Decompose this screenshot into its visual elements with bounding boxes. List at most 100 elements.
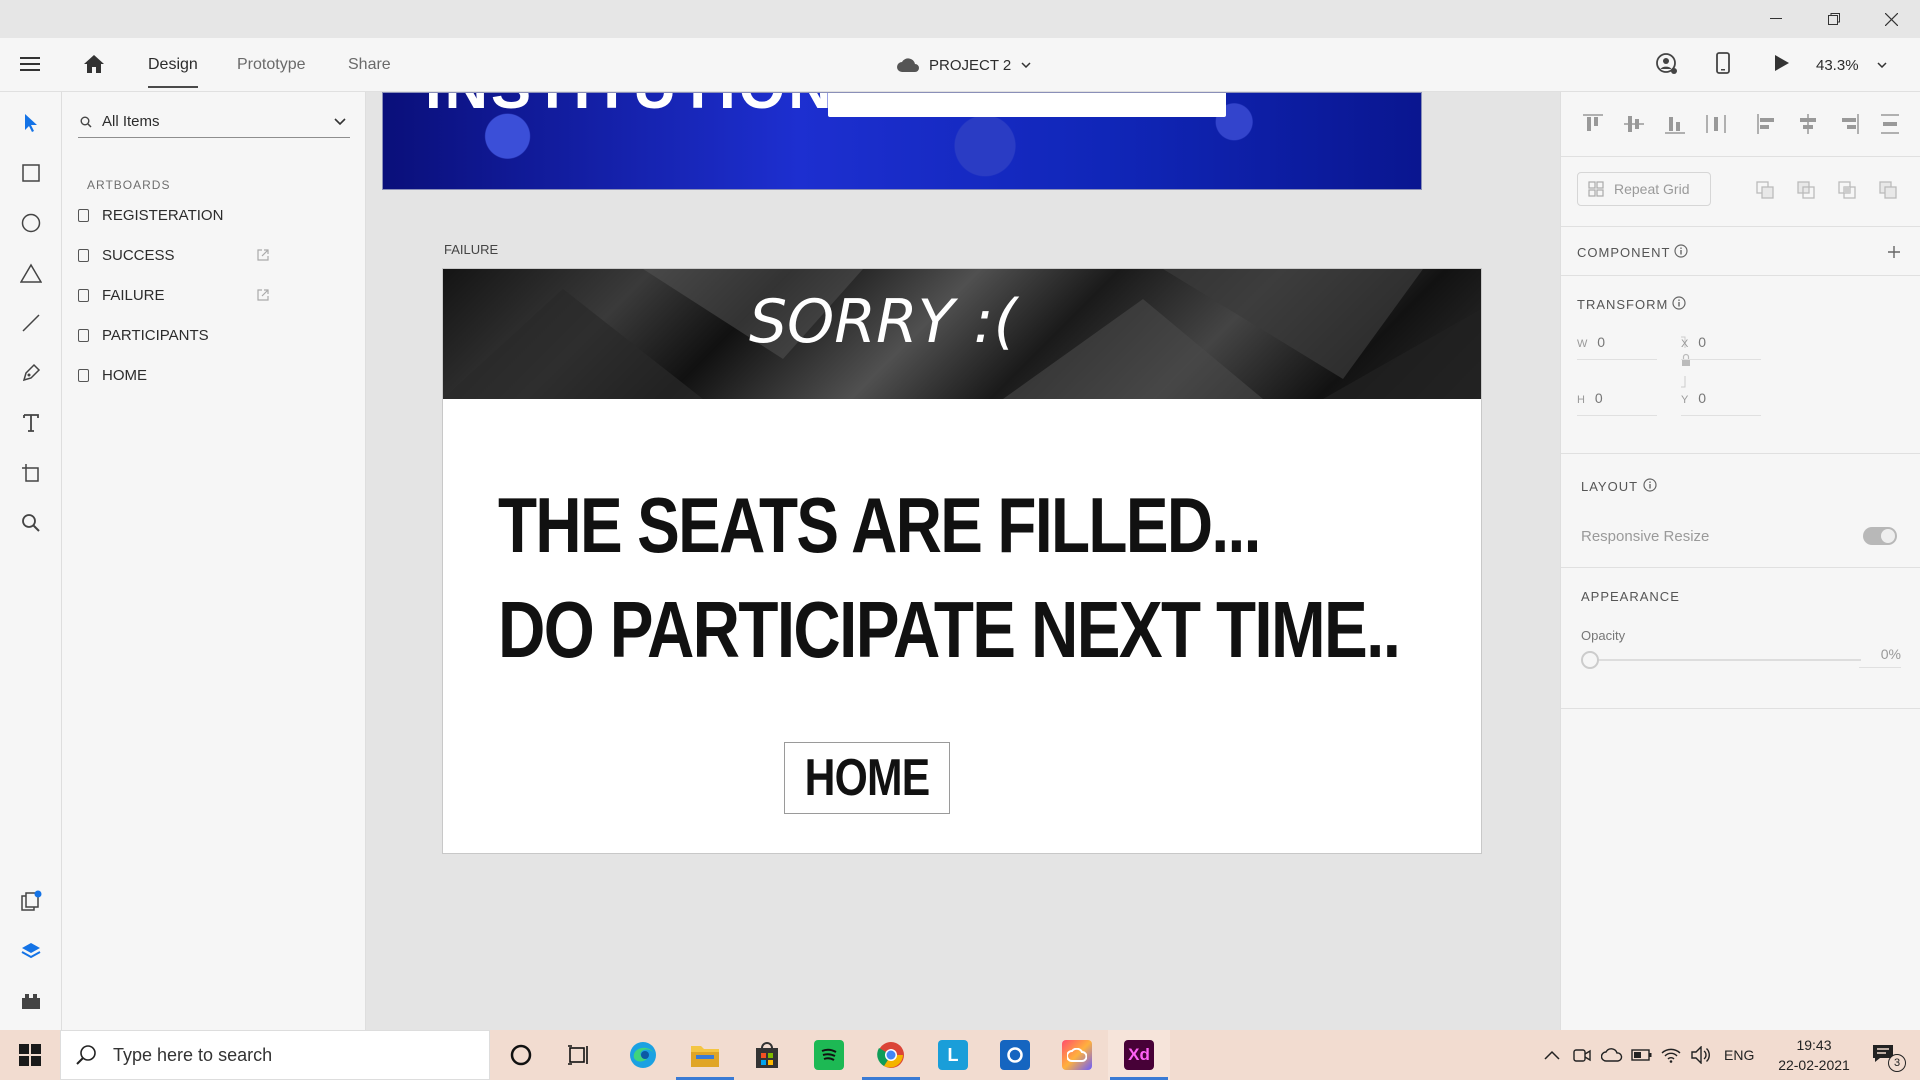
tab-design[interactable]: Design: [148, 38, 198, 92]
line-icon: [22, 314, 40, 332]
wifi-icon[interactable]: [1661, 1047, 1681, 1063]
minimize-button[interactable]: [1747, 0, 1805, 38]
taskbar-app-store[interactable]: [736, 1030, 798, 1080]
meet-now-icon[interactable]: [1573, 1046, 1591, 1064]
align-right-icon[interactable]: [1837, 112, 1861, 136]
plugins-button[interactable]: [16, 986, 46, 1016]
task-view-button[interactable]: [548, 1030, 610, 1080]
artboard-tool[interactable]: [16, 458, 46, 488]
slider-handle[interactable]: [1581, 651, 1599, 669]
project-title-dropdown[interactable]: PROJECT 2: [897, 38, 1031, 92]
tab-share[interactable]: Share: [348, 38, 391, 92]
institution-label: INSTITUTION:: [425, 93, 858, 122]
divider: [1561, 567, 1920, 568]
artboard-icon: [22, 464, 39, 482]
layer-item-home[interactable]: HOME: [78, 363, 147, 387]
layer-label: PARTICIPANTS: [102, 326, 209, 344]
layers-button[interactable]: [16, 936, 46, 966]
align-left-icon[interactable]: [1755, 112, 1779, 136]
message-line-2: DO PARTICIPATE NEXT TIME..: [498, 585, 1401, 674]
home-button-label: HOME: [804, 749, 930, 807]
info-icon[interactable]: [1674, 244, 1688, 258]
layer-item-registeration[interactable]: REGISTERATION: [78, 203, 223, 227]
chevron-up-icon[interactable]: [1544, 1050, 1560, 1060]
start-button[interactable]: [0, 1030, 60, 1080]
action-center-button[interactable]: 3: [1868, 1042, 1908, 1072]
home-button[interactable]: [83, 54, 105, 79]
design-canvas[interactable]: INSTITUTION: FAILURE SORRY :( THE SEATS …: [366, 92, 1560, 1030]
taskbar-search-box[interactable]: Type here to search: [60, 1030, 490, 1080]
align-bottom-icon[interactable]: [1663, 112, 1687, 136]
text-tool[interactable]: [16, 408, 46, 438]
y-position-field[interactable]: Y 0: [1681, 390, 1761, 416]
polygon-tool[interactable]: [16, 258, 46, 288]
distribute-horizontal-icon[interactable]: [1878, 112, 1902, 136]
taskbar-app-file-explorer[interactable]: [674, 1030, 736, 1080]
taskbar-app-creative-cloud[interactable]: [1046, 1030, 1108, 1080]
pen-tool[interactable]: [16, 358, 46, 388]
registration-artboard[interactable]: INSTITUTION:: [382, 92, 1422, 190]
zoom-dropdown[interactable]: 43.3%: [1816, 38, 1887, 92]
layer-item-participants[interactable]: PARTICIPANTS: [78, 323, 209, 347]
info-icon[interactable]: [1643, 478, 1657, 492]
boolean-subtract-icon[interactable]: [1796, 180, 1816, 200]
close-icon: [1884, 12, 1898, 26]
hamburger-menu-button[interactable]: [20, 55, 40, 78]
failure-artboard[interactable]: SORRY :( THE SEATS ARE FILLED... DO PART…: [442, 268, 1482, 854]
volume-icon[interactable]: [1691, 1046, 1711, 1064]
taskbar-app-l[interactable]: L: [922, 1030, 984, 1080]
boolean-add-icon[interactable]: [1755, 180, 1775, 200]
close-button[interactable]: [1862, 0, 1920, 38]
document-assets-button[interactable]: [16, 886, 46, 916]
clock[interactable]: 19:43 22-02-2021: [1764, 1035, 1864, 1075]
language-indicator[interactable]: ENG: [1724, 1030, 1754, 1080]
opacity-value-field[interactable]: 0%: [1859, 640, 1901, 668]
layer-item-success[interactable]: SUCCESS: [78, 243, 338, 267]
taskbar-app-adobe-xd[interactable]: Xd: [1108, 1030, 1170, 1080]
distribute-vertical-icon[interactable]: [1704, 112, 1728, 136]
home-button[interactable]: HOME: [784, 742, 950, 814]
restore-button[interactable]: [1805, 0, 1863, 38]
tab-prototype[interactable]: Prototype: [237, 38, 305, 92]
play-icon: [1775, 55, 1789, 71]
ellipse-tool[interactable]: [16, 208, 46, 238]
filter-label: All Items: [102, 113, 160, 130]
chevron-down-icon: [1021, 62, 1031, 68]
align-center-icon[interactable]: [1796, 112, 1820, 136]
share-user-button[interactable]: [1656, 53, 1678, 80]
battery-icon[interactable]: [1631, 1049, 1653, 1061]
width-label: W: [1577, 338, 1588, 350]
width-value: 0: [1597, 334, 1606, 350]
boolean-exclude-icon[interactable]: [1878, 180, 1898, 200]
line-tool[interactable]: [16, 308, 46, 338]
boolean-intersect-icon[interactable]: [1837, 180, 1857, 200]
rectangle-tool[interactable]: [16, 158, 46, 188]
align-middle-icon[interactable]: [1622, 112, 1646, 136]
taskbar-app-cortana-blue[interactable]: [984, 1030, 1046, 1080]
layer-item-failure[interactable]: FAILURE: [78, 283, 338, 307]
rectangle-icon: [22, 164, 40, 182]
repeat-grid-button[interactable]: Repeat Grid: [1577, 172, 1711, 206]
width-field[interactable]: W 0: [1577, 334, 1657, 360]
add-component-icon[interactable]: [1887, 245, 1901, 259]
chevron-down-icon: [1877, 62, 1887, 68]
zoom-tool[interactable]: [16, 508, 46, 538]
layers-filter-dropdown[interactable]: All Items: [78, 106, 350, 138]
cortana-button[interactable]: [490, 1030, 552, 1080]
select-tool[interactable]: [16, 108, 46, 138]
x-position-field[interactable]: X 0: [1681, 334, 1761, 360]
institution-input-box[interactable]: [828, 93, 1226, 117]
responsive-resize-toggle[interactable]: [1863, 527, 1897, 545]
play-preview-button[interactable]: [1774, 54, 1790, 77]
onedrive-cloud-icon[interactable]: [1601, 1048, 1623, 1062]
taskbar-app-spotify[interactable]: [798, 1030, 860, 1080]
info-icon[interactable]: [1672, 296, 1686, 310]
height-field[interactable]: H 0: [1577, 390, 1657, 416]
artboard-title[interactable]: FAILURE: [444, 242, 498, 257]
device-preview-button[interactable]: [1716, 52, 1730, 79]
taskbar-app-edge[interactable]: [612, 1030, 674, 1080]
taskbar-app-chrome[interactable]: [860, 1030, 922, 1080]
align-top-icon[interactable]: [1581, 112, 1605, 136]
opacity-slider[interactable]: [1581, 650, 1863, 670]
x-label: X: [1681, 338, 1689, 350]
